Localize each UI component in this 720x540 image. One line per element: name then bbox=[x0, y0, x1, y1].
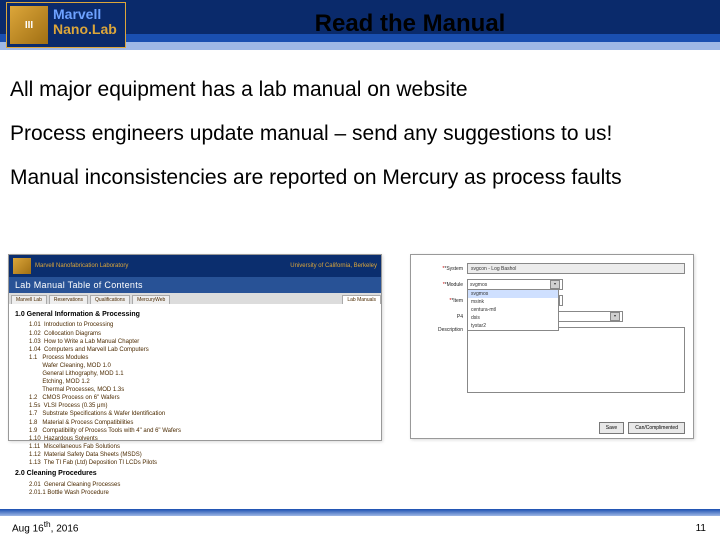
toc-item: 1.10 Hazardous Solvents bbox=[29, 435, 375, 443]
chevron-down-icon: ▾ bbox=[550, 280, 560, 289]
toc-item: 1.5s VLSI Process (0.35 μm) bbox=[29, 402, 375, 410]
toc-item: 1.03 How to Write a Lab Manual Chapter bbox=[29, 338, 375, 346]
toc-item: 1.04 Computers and Marvell Lab Computers bbox=[29, 346, 375, 354]
toc-item: 2.01.1 Bottle Wash Procedure bbox=[29, 489, 375, 497]
toc-item: 1.13 The TI Fab (Ltd) Deposition TI LCDs… bbox=[29, 459, 375, 467]
toc-item: 2.01 General Cleaning Processes bbox=[29, 481, 375, 489]
save-button[interactable]: Save bbox=[599, 422, 624, 434]
label-p4: P4 bbox=[419, 314, 463, 320]
screenshot-mercury-fault-form: **System svgcon - Log Bashol **Module sv… bbox=[410, 254, 694, 439]
slide-title: Read the Manual bbox=[200, 10, 620, 38]
dropdown-option[interactable]: dsis bbox=[468, 314, 558, 322]
bullet-3: Manual inconsistencies are reported on M… bbox=[10, 166, 710, 190]
chip-icon bbox=[13, 258, 31, 274]
toc-item: 1.12 Material Safety Data Sheets (MSDS) bbox=[29, 451, 375, 459]
bullet-1: All major equipment has a lab manual on … bbox=[10, 78, 710, 102]
dropdown-option[interactable]: msink bbox=[468, 298, 558, 306]
footer-date: Aug 16th, 2016 bbox=[12, 519, 78, 534]
toc-tabs: Marvell Lab Reservations Qualifications … bbox=[9, 293, 381, 304]
tab-reservations[interactable]: Reservations bbox=[49, 295, 88, 304]
description-textarea[interactable] bbox=[467, 327, 685, 393]
toc-item: Wafer Cleaning, MOD 1.0 bbox=[29, 362, 375, 370]
page-number: 11 bbox=[696, 523, 706, 534]
label-item: **Item bbox=[419, 298, 463, 304]
label-description: Description bbox=[419, 327, 463, 333]
toc-item: Thermal Processes, MOD 1.3s bbox=[29, 386, 375, 394]
toc-item: 1.8 Material & Process Compatibilities bbox=[29, 419, 375, 427]
tab-marvell-lab[interactable]: Marvell Lab bbox=[11, 295, 47, 304]
toc-brand-right: University of California, Berkeley bbox=[290, 263, 377, 269]
dropdown-option[interactable]: svgmos bbox=[468, 290, 558, 298]
cancel-button[interactable]: Can/Complimented bbox=[628, 422, 685, 434]
toc-item: 1.7 Substrate Specifications & Wafer Ide… bbox=[29, 410, 375, 418]
logo-text-bottom: Nano.Lab bbox=[53, 21, 117, 37]
toc-item: 1.02 Collocation Diagrams bbox=[29, 330, 375, 338]
tab-qualifications[interactable]: Qualifications bbox=[90, 295, 130, 304]
chip-icon: III bbox=[10, 6, 48, 44]
toc-item: 1.2 CMOS Process on 6" Wafers bbox=[29, 394, 375, 402]
tab-lab-manuals[interactable]: Lab Manuals bbox=[342, 295, 381, 304]
toc-item: Etching, MOD 1.2 bbox=[29, 378, 375, 386]
toc-item: General Lithography, MOD 1.1 bbox=[29, 370, 375, 378]
tab-mercuryweb[interactable]: MercuryWeb bbox=[132, 295, 170, 304]
toc-section-1: 1.0 General Information & Processing bbox=[15, 310, 375, 319]
label-system: **System bbox=[419, 266, 463, 272]
footer-divider bbox=[0, 509, 720, 516]
logo-text-top: Marvell bbox=[53, 6, 101, 22]
dropdown-option[interactable]: centura-mtl bbox=[468, 306, 558, 314]
screenshot-lab-manual-toc: Marvell Nanofabrication Laboratory Unive… bbox=[8, 254, 382, 441]
label-module: **Module bbox=[419, 282, 463, 288]
marvell-nanolab-logo: III Marvell Nano.Lab bbox=[6, 2, 126, 48]
system-field[interactable]: svgcon - Log Bashol bbox=[467, 263, 685, 274]
dropdown-option[interactable]: tystar2 bbox=[468, 322, 558, 330]
body-text: All major equipment has a lab manual on … bbox=[10, 78, 710, 210]
toc-item: 1.1 Process Modules bbox=[29, 354, 375, 362]
module-dropdown-list[interactable]: svgmos msink centura-mtl dsis tystar2 bbox=[467, 289, 559, 331]
toc-item: 1.01 Introduction to Processing bbox=[29, 321, 375, 329]
toc-title: Lab Manual Table of Contents bbox=[9, 277, 381, 293]
bullet-2: Process engineers update manual – send a… bbox=[10, 122, 710, 146]
toc-item: 1.11 Miscellaneous Fab Solutions bbox=[29, 443, 375, 451]
toc-item: 1.9 Compatibility of Process Tools with … bbox=[29, 427, 375, 435]
chevron-down-icon: ▾ bbox=[610, 312, 620, 321]
toc-brand-left: Marvell Nanofabrication Laboratory bbox=[35, 263, 290, 269]
toc-section-2: 2.0 Cleaning Procedures bbox=[15, 469, 375, 478]
